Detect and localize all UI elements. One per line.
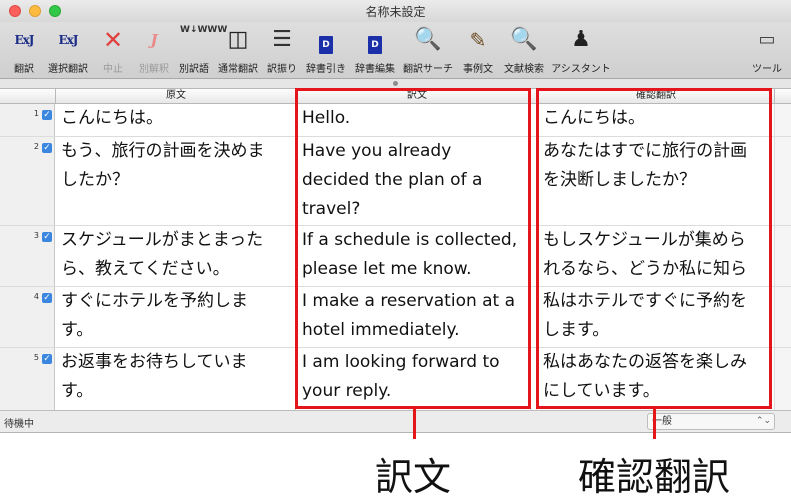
status-bar: 待機中 一般 ⌃⌄ <box>0 410 791 432</box>
source-cell[interactable]: スケジュールがまとまった ら、教えてください。 <box>55 226 296 286</box>
row-checkbox[interactable]: ✓ <box>42 232 52 242</box>
source-cell[interactable]: もう、旅行の計画を決めま したか？ <box>55 137 296 225</box>
row-checkbox[interactable]: ✓ <box>42 293 52 303</box>
translation-column-highlight <box>295 88 531 409</box>
row-number-cell: 5 ✓ <box>0 348 55 410</box>
dictionary-edit-icon: D <box>361 26 389 54</box>
row-number: 2 <box>33 142 39 151</box>
stop-icon: ✕ <box>102 26 124 54</box>
assistant-icon: ♟ <box>571 27 591 52</box>
alt-word-label: 別訳語 <box>179 64 209 75</box>
row-number: 4 <box>33 292 39 301</box>
example-sentences-icon: ✎ <box>469 28 487 52</box>
translate-label: 翻訳 <box>14 64 34 75</box>
tools-button[interactable]: ▭ ツール <box>748 24 786 76</box>
source-cell[interactable]: こんにちは。 <box>55 104 296 136</box>
toolbar: ExJ 翻訳 ExJ 選択翻訳 ✕ 中止 J 別解釈 W↓WWW 別訳語 ◫ 通… <box>0 22 791 79</box>
alt-word-icon: W↓WWW <box>180 25 228 35</box>
literature-search-icon: 🔍 <box>510 27 538 52</box>
alt-interpretation-button[interactable]: J 別解釈 <box>134 24 174 76</box>
source-cell[interactable]: すぐにホテルを予約しま す。 <box>55 287 296 347</box>
stop-label: 中止 <box>103 64 123 75</box>
interlinear-label: 訳振り <box>267 64 297 75</box>
row-number: 3 <box>33 231 39 240</box>
header-source[interactable]: 原文 <box>55 89 296 104</box>
row-number-cell: 2 ✓ <box>0 137 55 225</box>
row-number-cell: 4 ✓ <box>0 287 55 347</box>
tools-label: ツール <box>752 64 782 75</box>
window-title: 名称未設定 <box>365 5 426 19</box>
row-number: 1 <box>33 109 39 118</box>
literature-search-button[interactable]: 🔍 文献検索 <box>500 24 548 76</box>
alt-word-button[interactable]: W↓WWW 別訳語 <box>176 24 228 76</box>
chevron-up-down-icon: ⌃⌄ <box>755 416 771 426</box>
alt-interpretation-label: 別解釈 <box>139 64 169 75</box>
translation-callout-label: 訳文 <box>375 455 452 499</box>
translation-search-icon: 🔍 <box>414 27 442 52</box>
row-checkbox[interactable]: ✓ <box>42 143 52 153</box>
normal-translate-button[interactable]: ◫ 通常翻訳 <box>214 24 262 76</box>
stop-button[interactable]: ✕ 中止 <box>96 24 130 76</box>
dictionary-lookup-label: 辞書引き <box>306 64 346 75</box>
status-text: 待機中 <box>4 419 34 430</box>
normal-translate-icon: ◫ <box>227 27 249 52</box>
translate-icon: ExJ <box>14 33 35 47</box>
translation-search-button[interactable]: 🔍 翻訳サーチ <box>400 24 456 76</box>
title-bar: 名称未設定 <box>0 0 791 22</box>
literature-search-label: 文献検索 <box>504 64 544 75</box>
translation-search-label: 翻訳サーチ <box>403 64 453 75</box>
dictionary-lookup-icon: D <box>312 26 340 54</box>
normal-translate-label: 通常翻訳 <box>218 64 258 75</box>
back-translation-callout-line <box>653 409 656 439</box>
assistant-button[interactable]: ♟ アシスタント <box>548 24 614 76</box>
tools-icon: ▭ <box>758 29 776 50</box>
translate-button[interactable]: ExJ 翻訳 <box>4 24 44 76</box>
row-number-cell: 1 ✓ <box>0 104 55 136</box>
translation-callout-line <box>413 409 416 439</box>
back-translation-callout-label: 確認翻訳 <box>578 455 731 499</box>
alt-interpretation-icon: J <box>150 31 158 49</box>
row-checkbox[interactable]: ✓ <box>42 354 52 364</box>
selection-translate-button[interactable]: ExJ 選択翻訳 <box>44 24 92 76</box>
selection-translate-icon: ExJ <box>58 33 79 47</box>
dictionary-edit-label: 辞書編集 <box>355 64 395 75</box>
example-sentences-button[interactable]: ✎ 事例文 <box>458 24 498 76</box>
row-number-cell: 3 ✓ <box>0 226 55 286</box>
translation-mode-select[interactable]: 一般 ⌃⌄ <box>647 413 775 430</box>
selection-translate-label: 選択翻訳 <box>48 64 88 75</box>
example-sentences-label: 事例文 <box>463 64 493 75</box>
assistant-label: アシスタント <box>551 64 611 75</box>
interlinear-button[interactable]: ☰ 訳振り <box>264 24 300 76</box>
row-checkbox[interactable]: ✓ <box>42 110 52 120</box>
dictionary-edit-button[interactable]: D 辞書編集 <box>352 24 398 76</box>
interlinear-icon: ☰ <box>272 27 292 52</box>
back-translation-column-highlight <box>536 88 772 409</box>
splitter-handle-icon[interactable] <box>393 81 398 86</box>
row-number: 5 <box>33 353 39 362</box>
dictionary-lookup-button[interactable]: D 辞書引き <box>304 24 348 76</box>
source-cell[interactable]: お返事をお待ちしていま す。 <box>55 348 296 410</box>
